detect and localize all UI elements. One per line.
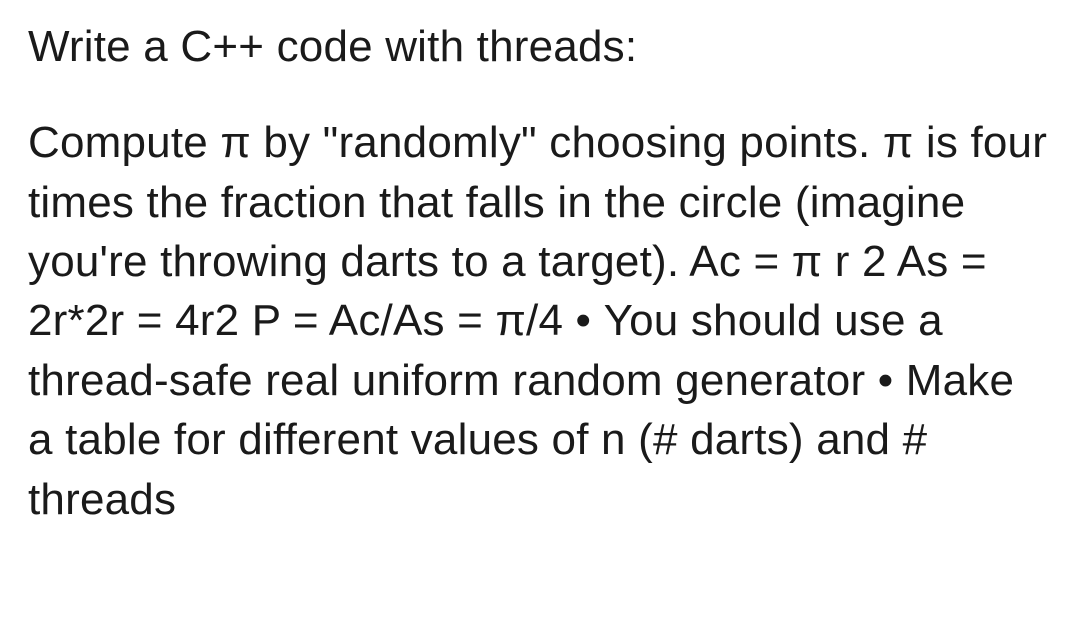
document-title: Write a C++ code with threads: [28,18,1050,75]
document-body: Compute π by "randomly" choosing points.… [28,113,1050,529]
